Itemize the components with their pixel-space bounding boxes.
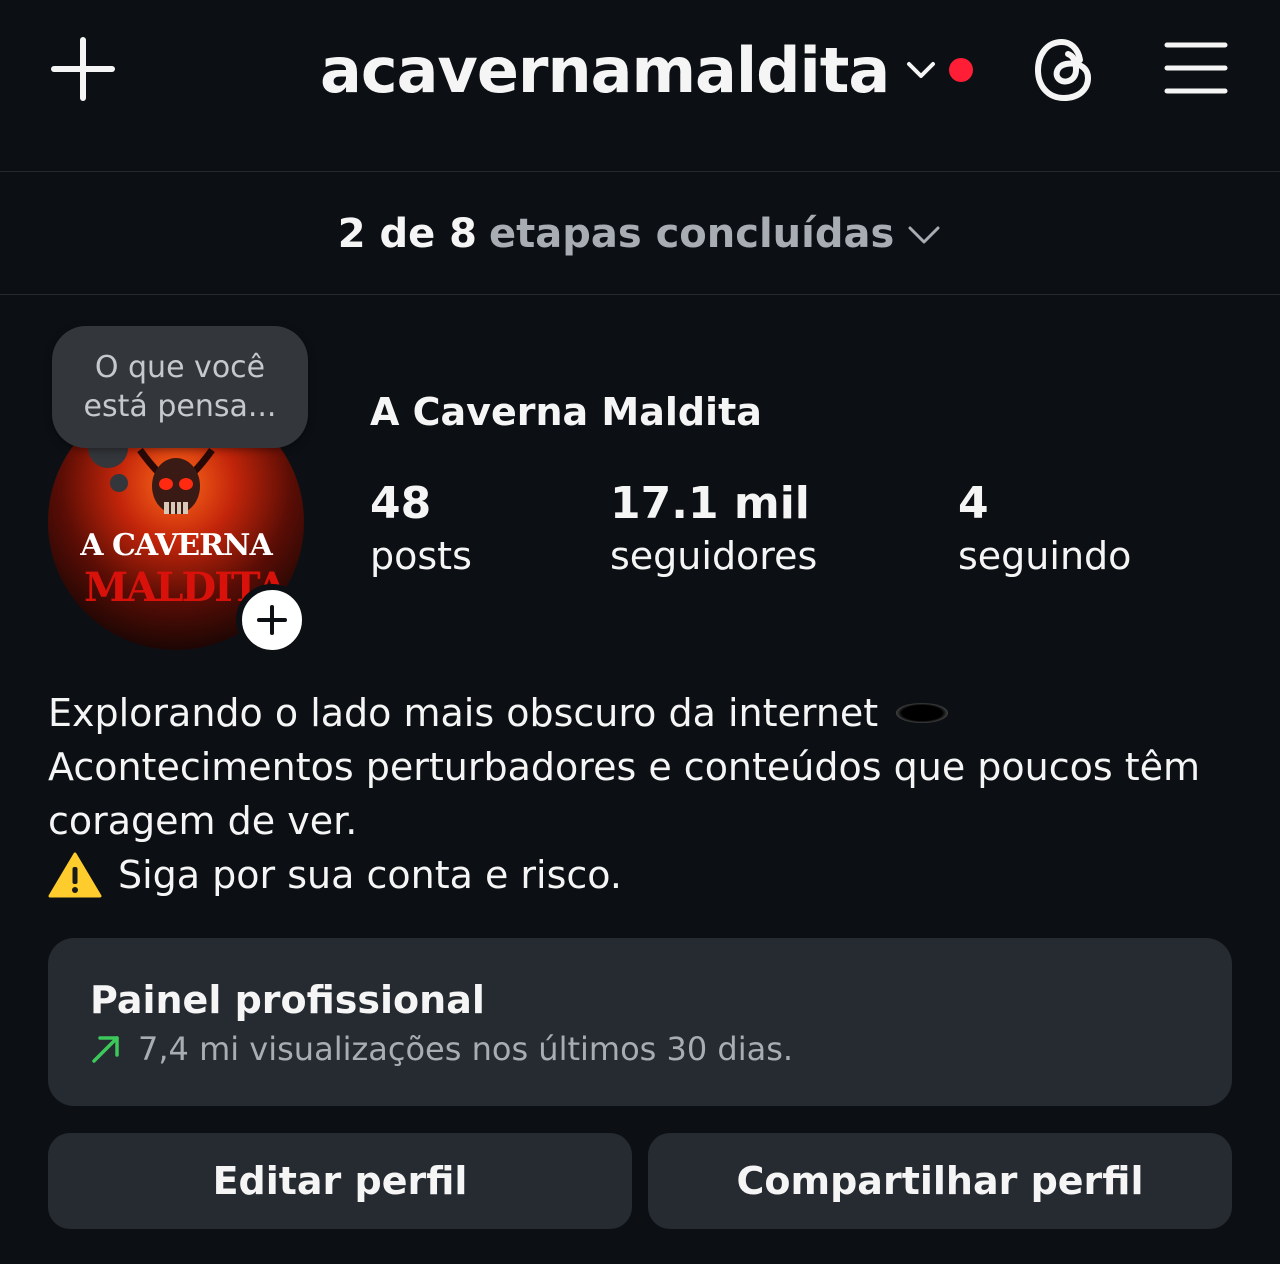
bio: Explorando o lado mais obscuro da intern…: [48, 686, 1248, 902]
chevron-down-icon: [907, 62, 936, 78]
views-summary: 7,4 mi visualizações nos últimos 30 dias…: [138, 1030, 794, 1068]
steps-count: 2 de 8: [337, 210, 477, 257]
stat-label: seguindo: [958, 534, 1132, 578]
threads-icon: [1034, 38, 1092, 102]
note-bubble[interactable]: O que você está pensa...: [52, 326, 308, 448]
stat-value: 48: [370, 478, 432, 529]
menu-button[interactable]: [1164, 40, 1228, 96]
account-switcher[interactable]: acavernamaldita: [320, 30, 974, 110]
menu-icon: [1164, 42, 1228, 94]
avatar-logo-line1: A CAVERNA: [80, 528, 272, 563]
stat-label: seguidores: [610, 534, 818, 578]
bio-line: Explorando o lado mais obscuro da intern…: [48, 686, 1248, 740]
professional-dashboard-subtitle: 7,4 mi visualizações nos últimos 30 dias…: [90, 1030, 793, 1068]
hole-emoji-icon: [896, 703, 949, 723]
professional-dashboard-title: Painel profissional: [90, 978, 485, 1022]
threads-button[interactable]: [1032, 36, 1096, 104]
plus-icon: [51, 37, 115, 101]
stat-followers[interactable]: 17.1 mil seguidores: [610, 478, 817, 582]
edit-profile-button[interactable]: Editar perfil: [48, 1133, 632, 1229]
chevron-down-icon: [908, 226, 940, 243]
notification-dot: [949, 58, 974, 82]
bio-line-1: Explorando o lado mais obscuro da intern…: [48, 691, 879, 735]
stat-following[interactable]: 4 seguindo: [958, 478, 1131, 582]
stat-label: posts: [370, 534, 472, 578]
share-profile-button[interactable]: Compartilhar perfil: [648, 1133, 1232, 1229]
plus-icon: [257, 605, 287, 635]
display-name: A Caverna Maldita: [370, 390, 762, 434]
professional-dashboard[interactable]: Painel profissional 7,4 mi visualizações…: [48, 938, 1232, 1106]
top-bar: acavernamaldita: [0, 0, 1280, 172]
add-story-button[interactable]: [236, 584, 308, 656]
bio-line: Siga por sua conta e risco.: [48, 848, 1248, 902]
steps-label: etapas concluídas: [488, 210, 895, 257]
create-button[interactable]: [50, 36, 116, 102]
skull-icon: [137, 447, 215, 514]
bio-line-3: Siga por sua conta e risco.: [118, 853, 622, 897]
bio-line-2: Acontecimentos perturbadores e conteúdos…: [48, 745, 1201, 843]
username-title: acavernamaldita: [320, 33, 890, 107]
trend-up-arrow-icon: [92, 1036, 119, 1063]
note-placeholder: O que você está pensa...: [83, 350, 277, 424]
stat-posts[interactable]: 48 posts: [370, 478, 472, 582]
note-bubble-tail-dot: [110, 474, 128, 492]
warning-icon: [48, 852, 102, 898]
stat-value: 17.1 mil: [610, 478, 810, 529]
setup-steps-progress[interactable]: 2 de 8 etapas concluídas: [0, 173, 1280, 295]
stat-value: 4: [958, 478, 989, 529]
